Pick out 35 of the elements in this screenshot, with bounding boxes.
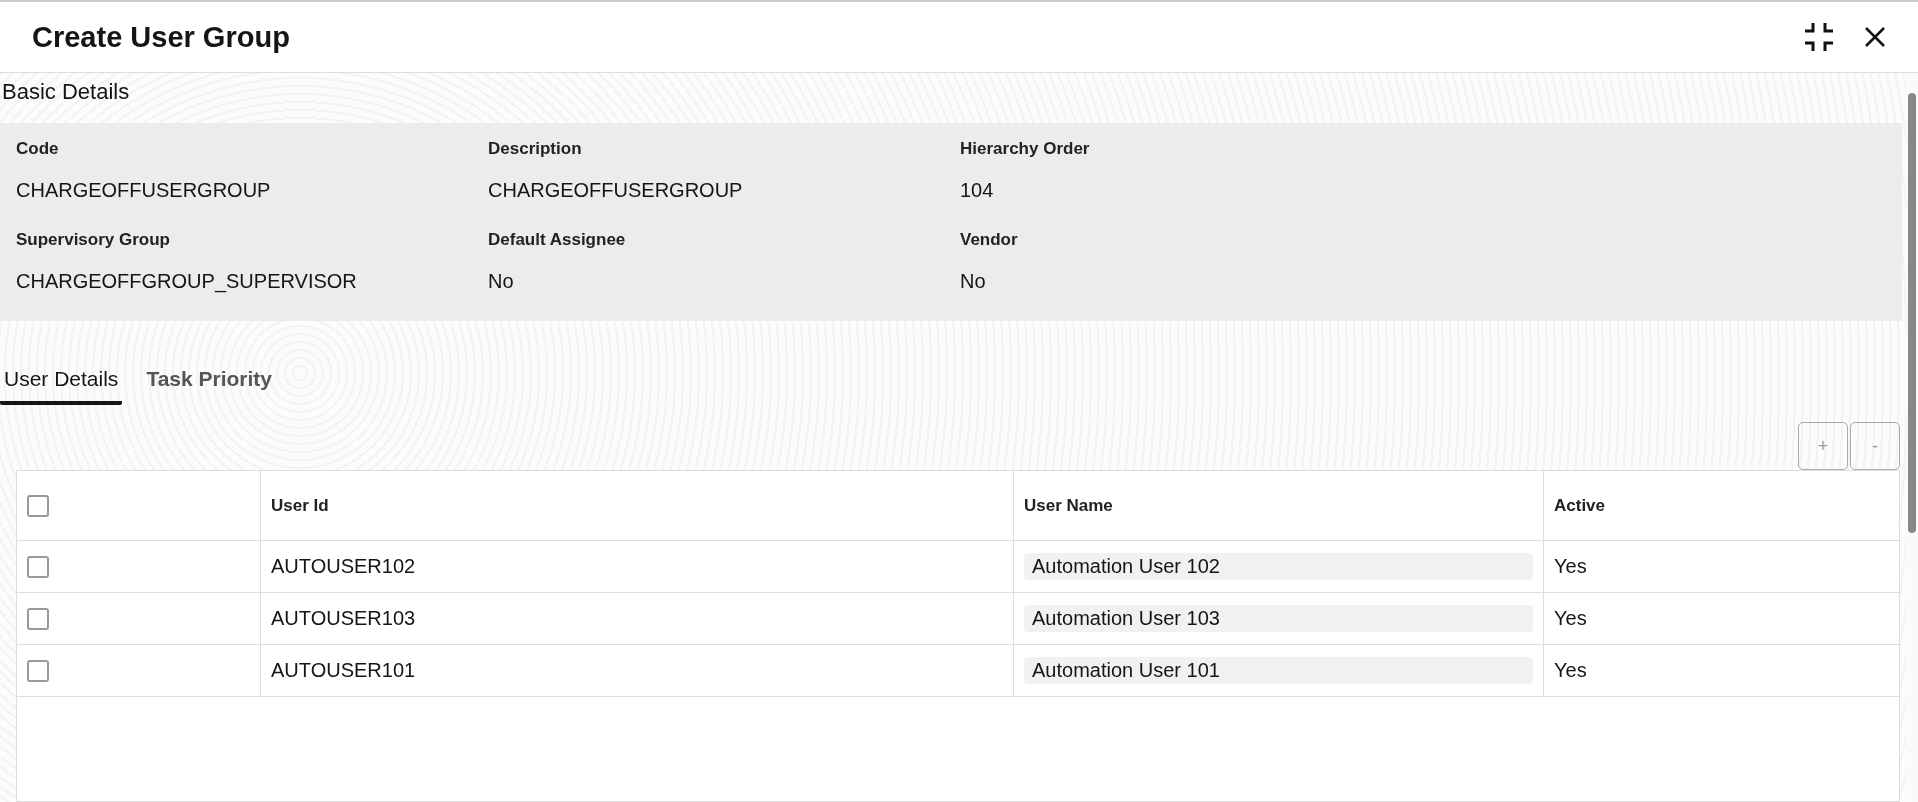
field-value: CHARGEOFFUSERGROUP bbox=[488, 179, 744, 202]
field-value: 104 bbox=[960, 179, 995, 202]
tab[interactable]: User Details bbox=[0, 357, 123, 405]
checkbox[interactable] bbox=[27, 494, 49, 517]
field-label: Supervisory Group bbox=[16, 230, 171, 250]
close-icon[interactable] bbox=[1864, 26, 1886, 48]
column-header: Active bbox=[1554, 495, 1606, 516]
collapse-icon[interactable] bbox=[1804, 22, 1834, 52]
column-header: User Name bbox=[1024, 495, 1113, 516]
table-cell: AUTOUSER101 bbox=[271, 659, 416, 682]
table-cell: Yes bbox=[1554, 607, 1587, 630]
section-title: Basic Details bbox=[1, 78, 131, 106]
field-value: No bbox=[960, 270, 987, 293]
field-label: Vendor bbox=[960, 230, 1019, 250]
table-cell: AUTOUSER103 bbox=[271, 607, 416, 630]
user-name-field: Automation User 101 bbox=[1024, 657, 1533, 684]
field-label: Hierarchy Order bbox=[960, 139, 1091, 159]
scrollbar[interactable] bbox=[1906, 73, 1918, 802]
column-header: User Id bbox=[271, 495, 329, 516]
tab[interactable]: Task Priority bbox=[142, 357, 277, 405]
field-value: CHARGEOFFGROUP_SUPERVISOR bbox=[16, 270, 358, 293]
checkbox[interactable] bbox=[27, 607, 49, 630]
field-label: Code bbox=[16, 139, 60, 159]
table-cell: AUTOUSER102 bbox=[271, 555, 416, 578]
field-value: CHARGEOFFUSERGROUP bbox=[16, 179, 272, 202]
window-title: Create User Group bbox=[32, 20, 290, 54]
field-value: No bbox=[488, 270, 515, 293]
user-name-field: Automation User 103 bbox=[1024, 605, 1533, 632]
user-name-field: Automation User 102 bbox=[1024, 553, 1533, 580]
table-cell: Yes bbox=[1554, 659, 1587, 682]
checkbox[interactable] bbox=[27, 659, 49, 682]
field-label: Default Assignee bbox=[488, 230, 627, 250]
table-cell: Yes bbox=[1554, 555, 1587, 578]
checkbox[interactable] bbox=[27, 555, 49, 578]
field-label: Description bbox=[488, 139, 583, 159]
